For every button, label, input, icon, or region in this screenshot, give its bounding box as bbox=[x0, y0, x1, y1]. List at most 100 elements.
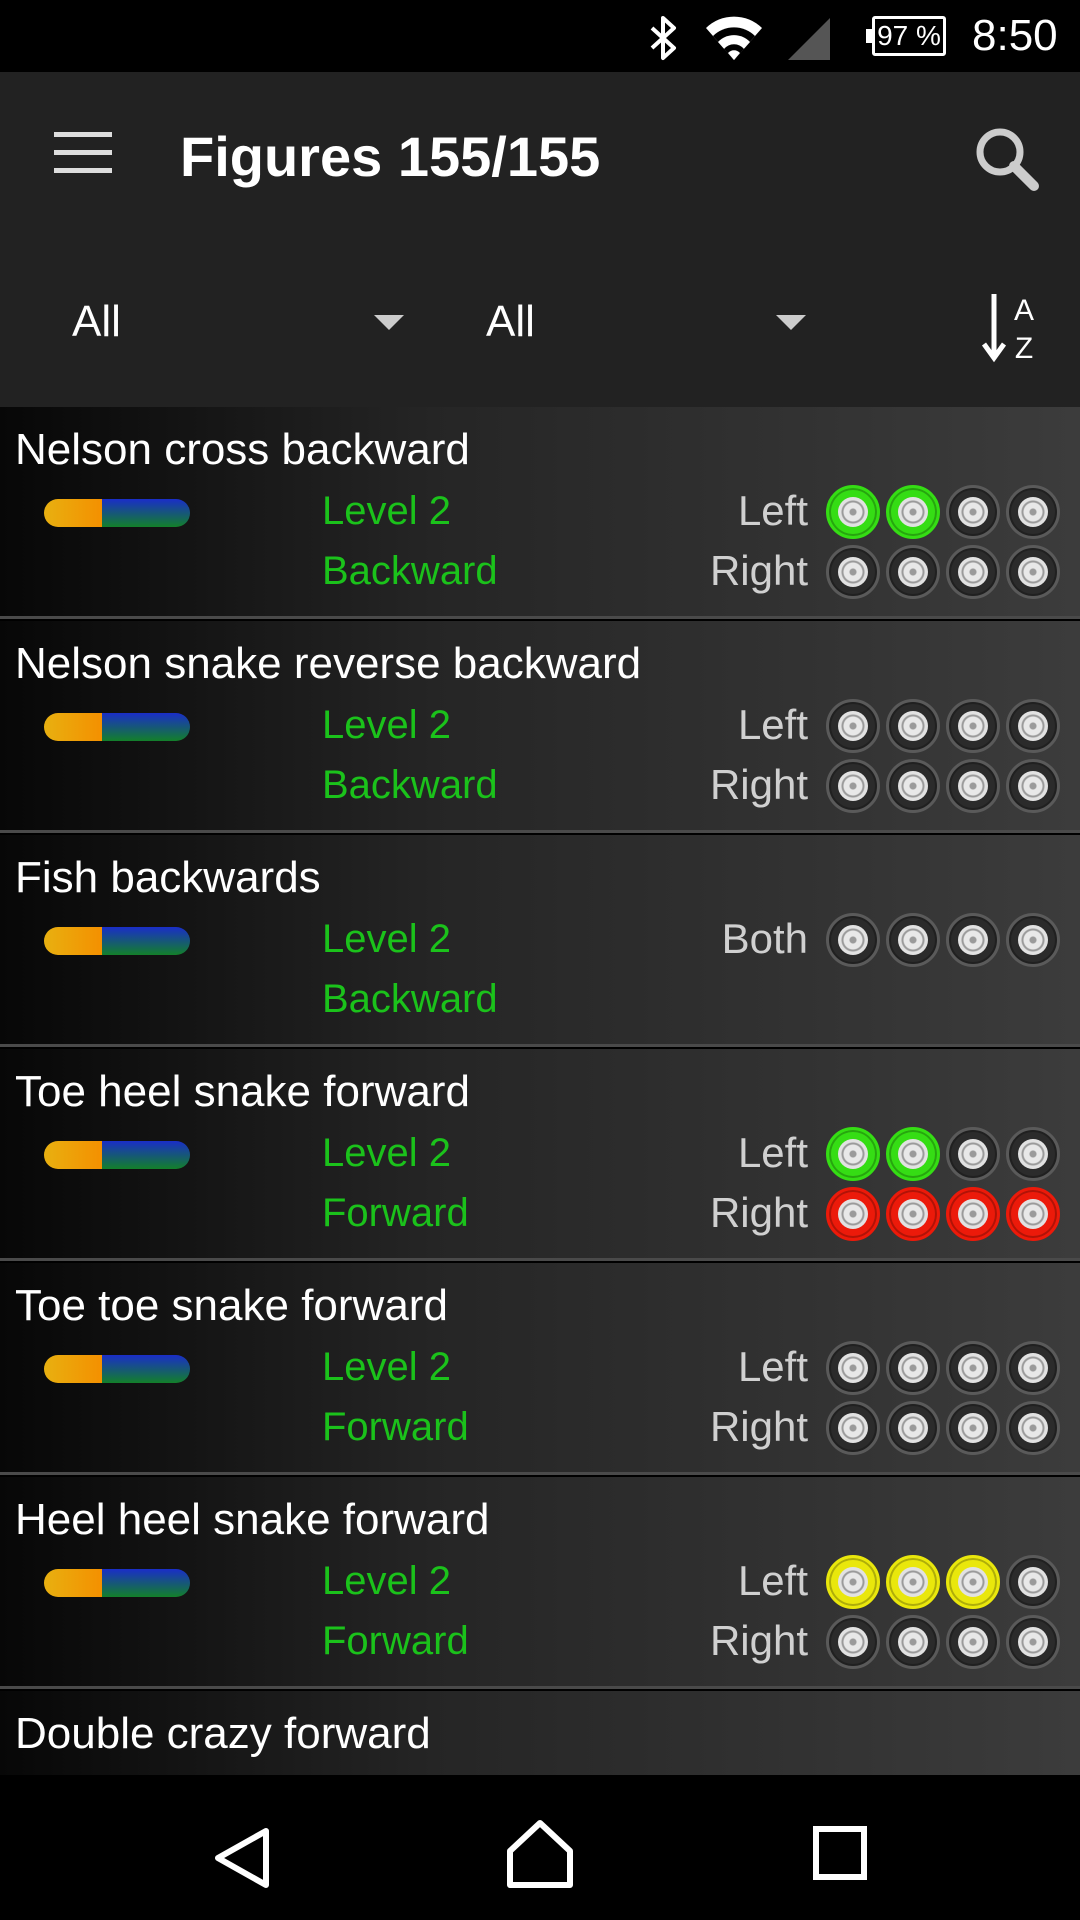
clock: 8:50 bbox=[972, 11, 1058, 60]
wheel-rating[interactable] bbox=[826, 1187, 1066, 1243]
sort-alpha-icon[interactable]: A Z bbox=[980, 290, 1040, 364]
sort-letter-z: Z bbox=[1015, 332, 1033, 364]
list-item[interactable]: Toe heel snake forward Level 2 Forward Left… bbox=[0, 1049, 1080, 1261]
wheel-icon[interactable] bbox=[1006, 1401, 1060, 1455]
wheel-icon[interactable] bbox=[946, 699, 1000, 753]
figure-name: Nelson cross backward bbox=[15, 425, 470, 474]
wheel-icon[interactable] bbox=[946, 1555, 1000, 1609]
wheel-rating[interactable] bbox=[826, 759, 1066, 815]
wheel-icon[interactable] bbox=[946, 913, 1000, 967]
wheel-rating[interactable] bbox=[826, 545, 1066, 601]
wheel-icon[interactable] bbox=[946, 1401, 1000, 1455]
side-label: Both bbox=[721, 915, 808, 962]
wheel-rating[interactable] bbox=[826, 1341, 1066, 1397]
figure-level: Level 2 bbox=[322, 1559, 451, 1603]
menu-icon[interactable] bbox=[54, 132, 112, 174]
wheel-icon[interactable] bbox=[826, 759, 880, 813]
difficulty-bar bbox=[44, 1141, 190, 1169]
wheel-icon[interactable] bbox=[826, 485, 880, 539]
wheel-icon[interactable] bbox=[886, 699, 940, 753]
chevron-down-icon bbox=[374, 315, 404, 330]
wheel-icon[interactable] bbox=[946, 1341, 1000, 1395]
wheel-icon[interactable] bbox=[946, 545, 1000, 599]
difficulty-bar bbox=[44, 927, 190, 955]
figure-name: Toe toe snake forward bbox=[15, 1281, 448, 1330]
wheel-icon[interactable] bbox=[826, 545, 880, 599]
recents-icon[interactable] bbox=[812, 1825, 868, 1881]
wheel-icon[interactable] bbox=[886, 1127, 940, 1181]
navigation-bar bbox=[0, 1775, 1080, 1920]
wheel-icon[interactable] bbox=[1006, 1615, 1060, 1669]
difficulty-bar bbox=[44, 499, 190, 527]
side-label: Right bbox=[709, 1617, 808, 1664]
search-icon[interactable] bbox=[972, 124, 1042, 194]
wheel-icon[interactable] bbox=[886, 913, 940, 967]
list-item[interactable]: Toe toe snake forward Level 2 Forward Left R… bbox=[0, 1263, 1080, 1475]
figure-direction: Backward bbox=[322, 977, 498, 1021]
wheel-icon[interactable] bbox=[1006, 545, 1060, 599]
wheel-icon[interactable] bbox=[826, 1127, 880, 1181]
wheel-icon[interactable] bbox=[946, 1127, 1000, 1181]
list-item[interactable]: Double crazy forward bbox=[0, 1691, 1080, 1775]
figure-name: Heel heel snake forward bbox=[15, 1495, 490, 1544]
wheel-icon[interactable] bbox=[886, 1615, 940, 1669]
side-label: Left bbox=[737, 487, 808, 534]
wheel-icon[interactable] bbox=[826, 913, 880, 967]
figure-list[interactable]: Nelson cross backward Level 2 Backward Left… bbox=[0, 407, 1080, 1775]
wheel-icon[interactable] bbox=[946, 1187, 1000, 1241]
wheel-rating[interactable] bbox=[826, 1401, 1066, 1457]
wheel-icon[interactable] bbox=[946, 1615, 1000, 1669]
list-item[interactable]: Heel heel snake forward Level 2 Forward Lef… bbox=[0, 1477, 1080, 1689]
wheel-icon[interactable] bbox=[1006, 1341, 1060, 1395]
wheel-icon[interactable] bbox=[1006, 1127, 1060, 1181]
status-bar: 97 % 8:50 bbox=[0, 0, 1080, 72]
wheel-rating[interactable] bbox=[826, 913, 1066, 969]
figure-direction: Forward bbox=[322, 1619, 469, 1663]
wheel-icon[interactable] bbox=[886, 1187, 940, 1241]
side-label: Right bbox=[709, 547, 808, 594]
wheel-icon[interactable] bbox=[826, 1555, 880, 1609]
wheel-icon[interactable] bbox=[826, 699, 880, 753]
wheel-rating[interactable] bbox=[826, 1555, 1066, 1611]
figure-direction: Backward bbox=[322, 763, 498, 807]
level-filter-dropdown[interactable]: All bbox=[72, 297, 404, 347]
sort-letter-a: A bbox=[1014, 294, 1034, 327]
wheel-icon[interactable] bbox=[826, 1401, 880, 1455]
wheel-icon[interactable] bbox=[886, 545, 940, 599]
back-icon[interactable] bbox=[210, 1825, 276, 1891]
wheel-icon[interactable] bbox=[826, 1615, 880, 1669]
wheel-icon[interactable] bbox=[886, 485, 940, 539]
level-filter-value: All bbox=[72, 297, 121, 346]
wheel-icon[interactable] bbox=[946, 759, 1000, 813]
figure-level: Level 2 bbox=[322, 703, 451, 747]
wheel-icon[interactable] bbox=[886, 1555, 940, 1609]
list-item[interactable]: Nelson snake reverse backward Level 2 Back… bbox=[0, 621, 1080, 833]
wheel-icon[interactable] bbox=[1006, 699, 1060, 753]
wheel-icon[interactable] bbox=[886, 759, 940, 813]
difficulty-bar bbox=[44, 713, 190, 741]
wheel-rating[interactable] bbox=[826, 1615, 1066, 1671]
list-item[interactable]: Fish backwards Level 2 Backward Both bbox=[0, 835, 1080, 1047]
bluetooth-icon bbox=[650, 16, 676, 60]
signal-icon bbox=[788, 18, 830, 60]
direction-filter-dropdown[interactable]: All bbox=[486, 297, 816, 347]
wifi-icon bbox=[706, 16, 762, 61]
wheel-icon[interactable] bbox=[1006, 1555, 1060, 1609]
battery-icon: 97 % bbox=[866, 16, 946, 56]
wheel-icon[interactable] bbox=[886, 1401, 940, 1455]
figure-name: Double crazy forward bbox=[15, 1709, 431, 1758]
wheel-icon[interactable] bbox=[1006, 485, 1060, 539]
wheel-rating[interactable] bbox=[826, 699, 1066, 755]
wheel-icon[interactable] bbox=[1006, 759, 1060, 813]
wheel-icon[interactable] bbox=[826, 1187, 880, 1241]
wheel-icon[interactable] bbox=[946, 485, 1000, 539]
wheel-icon[interactable] bbox=[826, 1341, 880, 1395]
list-item[interactable]: Nelson cross backward Level 2 Backward Left… bbox=[0, 407, 1080, 619]
page-title: Figures 155/155 bbox=[180, 125, 601, 188]
wheel-icon[interactable] bbox=[886, 1341, 940, 1395]
home-icon[interactable] bbox=[506, 1819, 574, 1891]
wheel-icon[interactable] bbox=[1006, 913, 1060, 967]
wheel-rating[interactable] bbox=[826, 1127, 1066, 1183]
wheel-rating[interactable] bbox=[826, 485, 1066, 541]
wheel-icon[interactable] bbox=[1006, 1187, 1060, 1241]
